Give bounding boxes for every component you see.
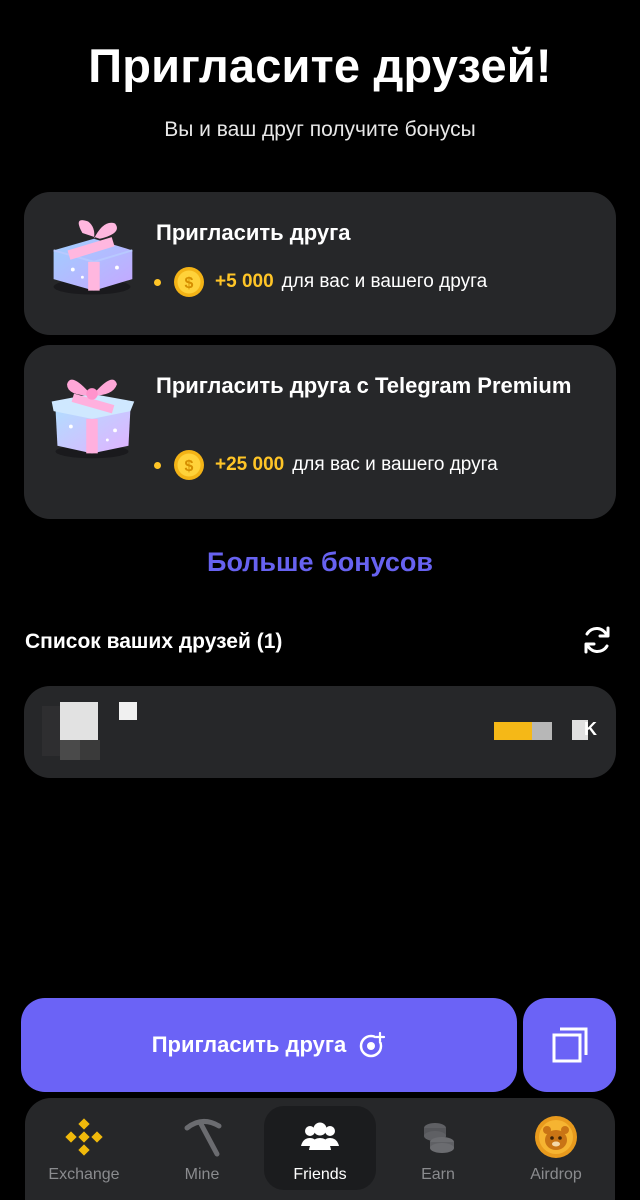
copy-link-button[interactable]: [523, 998, 616, 1092]
nav-label: Mine: [184, 1166, 220, 1183]
gift-icon: [51, 379, 135, 459]
nav-item-mine[interactable]: Mine: [143, 1098, 261, 1200]
nav-item-airdrop[interactable]: Airdrop: [497, 1098, 615, 1200]
nav-item-earn[interactable]: Earn: [379, 1098, 497, 1200]
nav-item-friends[interactable]: Friends: [261, 1098, 379, 1200]
friend-name-redacted: [119, 702, 137, 720]
bonus-row: $ +5 000 для вас и вашего друга: [154, 266, 487, 298]
card-title: Пригласить друга с Telegram Premium: [156, 373, 572, 398]
gift-icon: [53, 220, 133, 295]
add-contact-icon: [360, 1031, 386, 1058]
invite-friend-card[interactable]: Пригласить друга $ +5 000 для вас и ваше…: [24, 192, 616, 335]
more-bonuses-link[interactable]: Больше бонусов: [0, 547, 640, 578]
pickaxe-icon: [184, 1119, 222, 1157]
invite-premium-friend-card[interactable]: Пригласить друга с Telegram Premium $ +2…: [24, 345, 616, 519]
nav-label: Exchange: [48, 1166, 120, 1183]
friend-balance-suffix: K: [584, 719, 597, 739]
bonus-amount: +25 000: [215, 454, 285, 475]
coins-icon: [424, 1123, 454, 1153]
bonus-description: для вас и вашего друга: [292, 454, 498, 475]
page-title: Пригласите друзей!: [88, 39, 552, 92]
nav-item-exchange[interactable]: Exchange: [25, 1098, 143, 1200]
bottom-navigation: Exchange Mine Friends Earn Airdrop: [25, 1098, 615, 1200]
friends-icon: [301, 1122, 339, 1150]
page-subtitle: Вы и ваш друг получите бонусы: [164, 118, 476, 141]
svg-text:$: $: [185, 458, 194, 475]
card-title: Пригласить друга: [156, 220, 351, 245]
bullet-dot: [154, 278, 161, 286]
nav-label: Friends: [293, 1166, 347, 1183]
invite-button-label: Пригласить друга: [151, 1032, 347, 1057]
refresh-icon[interactable]: [580, 623, 614, 657]
nav-label: Earn: [421, 1166, 455, 1183]
bonus-row: $ +25 000 для вас и вашего друга: [154, 449, 498, 481]
invite-friend-button[interactable]: Пригласить друга: [21, 998, 517, 1092]
coin-icon: $: [174, 450, 204, 480]
nav-label: Airdrop: [530, 1166, 582, 1183]
bonus-amount: +5 000: [215, 271, 274, 292]
friend-list-item[interactable]: K: [24, 686, 616, 778]
hamster-coin-icon: [535, 1116, 577, 1158]
copy-icon: [552, 1027, 587, 1063]
friends-list-header: Список ваших друзей (1): [25, 630, 283, 653]
bullet-dot: [154, 461, 161, 469]
coin-icon: $: [174, 267, 204, 297]
bonus-description: для вас и вашего друга: [281, 271, 488, 292]
exchange-icon: [65, 1118, 103, 1156]
svg-text:$: $: [185, 275, 194, 292]
